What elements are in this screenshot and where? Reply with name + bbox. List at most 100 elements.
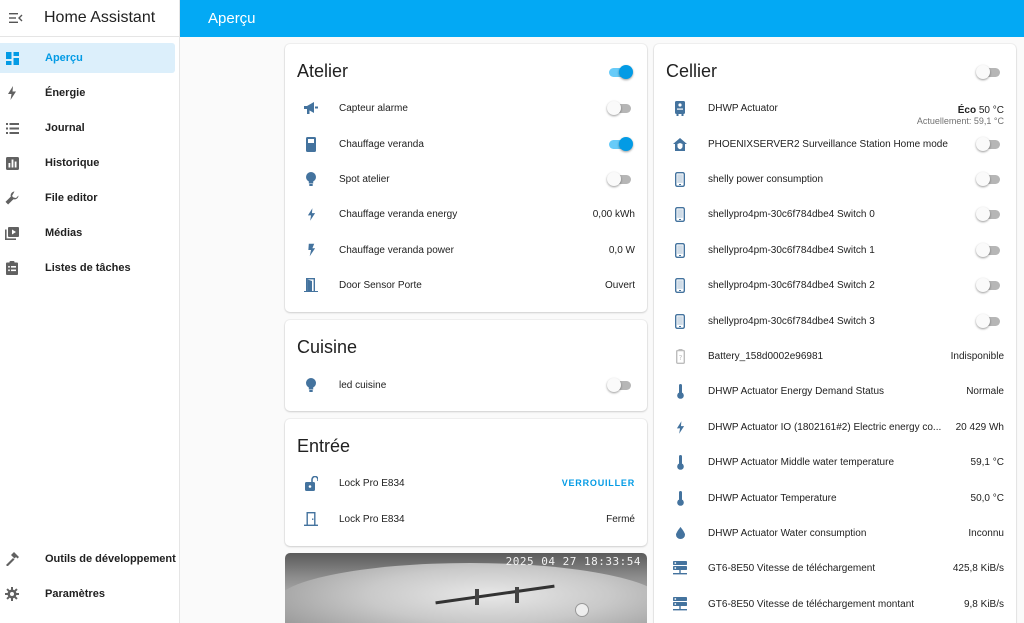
list-item: led cuisine [285,370,647,400]
heater-icon [299,132,323,156]
entity-name: DHWP Actuator Energy Demand Status [708,385,885,397]
entity-name: DHWP Actuator Middle water temperature [708,456,895,468]
list-item: Lock Pro E834 Fermé [285,504,647,534]
entity-name: Chauffage veranda energy [339,208,458,220]
sidebar-item-label: Listes de tâches [45,262,131,274]
entity-name: Lock Pro E834 [339,513,405,525]
sidebar-item-label: Aperçu [45,52,83,64]
entity-name: shellypro4pm-30c6f784dbe4 Switch 2 [708,279,875,291]
card-title: Entrée [297,436,351,456]
list-item: GT6-8E50 Vitesse de téléchargement monta… [654,589,1016,619]
sidebar-item-historique[interactable]: Historique [0,148,175,178]
entity-state: 0,0 W [608,244,635,256]
lightbulb-icon [299,167,323,191]
card-entree: Entrée Lock Pro E834 VERROUILLER Lock Pr… [285,419,647,546]
cellphone-icon [668,273,692,297]
sidebar-item-file-editor[interactable]: File editor [0,183,175,213]
entity-state: Fermé [606,513,635,525]
entity-toggle[interactable] [607,172,633,186]
entity-name: Lock Pro E834 [339,477,405,489]
home-shield-icon [668,132,692,156]
entity-name: PHOENIXSERVER2 Surveillance Station Home… [708,138,948,150]
entity-state: 20 429 Wh [955,421,1004,433]
list-item: shellypro4pm-30c6f784dbe4 Switch 2 [654,270,1016,300]
hvac-mode: Éco [957,104,977,116]
entity-name: DHWP Actuator IO (1802161#2) Electric en… [708,421,942,433]
chart-bar-icon [0,151,24,175]
sidebar-item-label: Journal [45,122,85,134]
card-cellier-toggle[interactable] [976,65,1002,79]
sidebar-item-outils-de-developpement[interactable]: Outils de développement [0,544,176,574]
camera-image-lamp [575,603,589,617]
sidebar-item-parametres[interactable]: Paramètres [0,579,176,609]
entity-name: Battery_158d0002e96981 [708,350,824,362]
sidebar-item-label: Outils de développement [45,553,176,565]
svg-text:?: ? [678,354,682,362]
gear-icon [0,582,24,606]
lightning-icon [0,81,24,105]
thermometer-icon [668,450,692,474]
entity-name: Door Sensor Porte [339,279,422,291]
list-item: DHWP Actuator IO (1802161#2) Electric en… [654,412,1016,442]
door-open-icon [299,273,323,297]
entity-name: shellypro4pm-30c6f784dbe4 Switch 1 [708,244,875,256]
entity-name: shelly power consumption [708,173,824,185]
list-item: GT6-8E50 Vitesse de téléchargement 425,8… [654,553,1016,583]
entity-name: shellypro4pm-30c6f784dbe4 Switch 0 [708,208,875,220]
card-cellier: Cellier DHWP Actuator Éco 50 °C Actuelle… [654,44,1016,623]
entity-state: Indisponible [950,350,1004,362]
sidebar-item-listes-de-taches[interactable]: Listes de tâches [0,253,175,283]
entity-toggle[interactable] [976,137,1002,151]
entity-state: Ouvert [604,279,635,291]
wrench-icon [0,186,24,210]
cellphone-icon [668,238,692,262]
entity-name: DHWP Actuator Water consumption [708,527,867,539]
entity-toggle[interactable] [976,243,1002,257]
bullhorn-icon [299,96,323,120]
list-item: Spot atelier [285,164,647,194]
entity-state: 50,0 °C [970,492,1004,504]
sidebar-item-label: Énergie [45,87,86,99]
sidebar-nav: Aperçu Énergie Journal Historique File e… [0,43,179,283]
sidebar-bottom: Outils de développement Paramètres [0,544,180,614]
list-item: Chauffage veranda energy 0,00 kWh [285,199,647,229]
entity-toggle[interactable] [607,378,633,392]
list-item: Capteur alarme [285,93,647,123]
sidebar-item-label: Historique [45,157,100,169]
current-temperature: Actuellement: 59,1 °C [916,115,1004,126]
entity-toggle[interactable] [607,137,633,151]
list-item: shelly power consumption [654,164,1016,194]
target-temperature: 50 °C [978,104,1004,116]
water-heater-icon [668,96,692,120]
list-item[interactable]: DHWP Actuator Éco 50 °C Actuellement: 59… [654,93,1016,126]
lock-button[interactable]: VERROUILLER [562,478,635,488]
camera-image-fixture [475,589,479,605]
entity-state: Éco 50 °C Actuellement: 59,1 °C [917,105,1004,126]
card-title: Cellier [666,61,718,81]
battery-unknown-icon: ? [668,344,692,368]
entity-toggle[interactable] [976,172,1002,186]
camera-image-fixture [515,587,519,603]
entity-name: Chauffage veranda [339,138,424,150]
sidebar-header: Home Assistant [0,0,179,37]
camera-feed[interactable]: 2025 04 27 18:33:54 [285,553,647,623]
sidebar-item-medias[interactable]: Médias [0,218,175,248]
card-atelier-toggle[interactable] [607,65,633,79]
entity-name: Spot atelier [339,173,390,185]
server-network-icon [668,592,692,616]
list-item: DHWP Actuator Temperature 50,0 °C [654,483,1016,513]
list-item: shellypro4pm-30c6f784dbe4 Switch 3 [654,306,1016,336]
card-atelier: Atelier Capteur alarme Chauffage veranda… [285,44,647,312]
sidebar-item-journal[interactable]: Journal [0,113,175,143]
entity-toggle[interactable] [976,278,1002,292]
thermometer-icon [668,379,692,403]
thermometer-icon [668,486,692,510]
entity-toggle[interactable] [976,314,1002,328]
camera-timestamp: 2025 04 27 18:33:54 [505,555,641,568]
sidebar-item-apercu[interactable]: Aperçu [0,43,175,73]
menu-collapse-icon[interactable] [4,12,28,24]
list-item: Chauffage veranda [285,129,647,159]
entity-toggle[interactable] [976,207,1002,221]
sidebar-item-energie[interactable]: Énergie [0,78,175,108]
entity-toggle[interactable] [607,101,633,115]
